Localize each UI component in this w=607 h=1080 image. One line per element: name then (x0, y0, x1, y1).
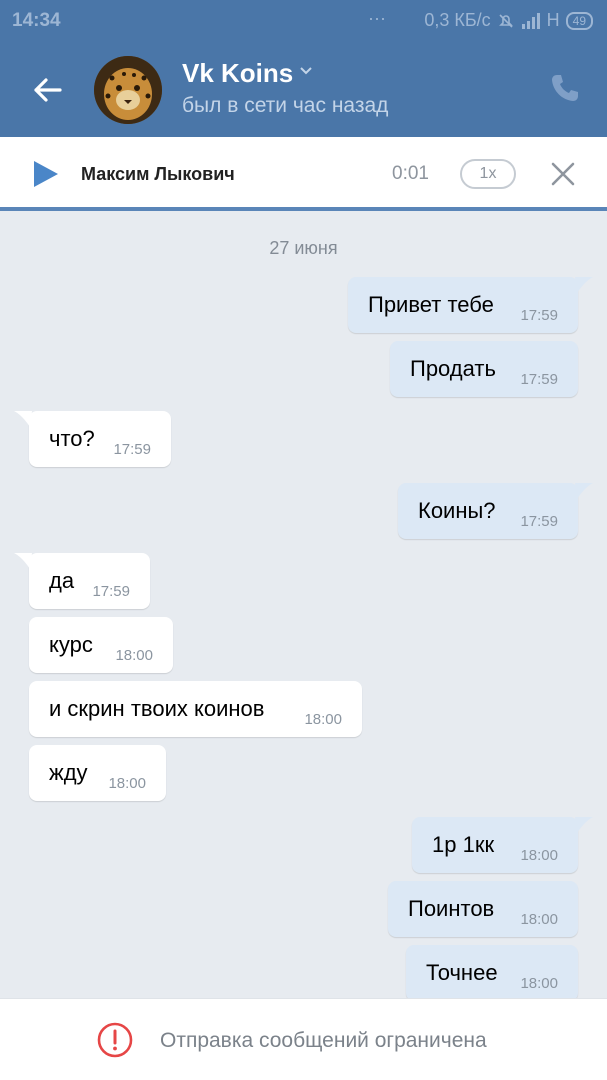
last-seen-status: был в сети час назад (182, 94, 389, 117)
chat-title[interactable]: Vk Koins (182, 58, 313, 89)
message-time: 18:00 (304, 711, 342, 728)
message-text: Точнее (426, 960, 498, 985)
status-time: 14:34 (12, 10, 61, 31)
message-text: 1р 1кк (432, 832, 495, 857)
message-bubble-incoming[interactable]: что? 17:59 (29, 411, 171, 467)
message-bubble-outgoing[interactable]: Продать 17:59 (390, 341, 578, 397)
chat-header: Vk Koins был в сети час назад (0, 44, 607, 137)
message-time: 18:00 (520, 847, 558, 864)
message-time: 18:00 (520, 911, 558, 928)
message-time: 18:00 (520, 975, 558, 992)
back-arrow-icon[interactable] (30, 72, 66, 108)
message-text: Привет тебе (368, 292, 494, 317)
message-time: 18:00 (115, 647, 153, 664)
message-text: жду (49, 760, 88, 785)
status-indicators: 0,3 КБ/с H 49 (424, 10, 593, 31)
message-time: 17:59 (520, 371, 558, 388)
message-text: курс (49, 632, 93, 657)
message-bubble-outgoing[interactable]: Точнее 18:00 (406, 945, 578, 1001)
restriction-text: Отправка сообщений ограничена (160, 1029, 487, 1052)
message-restriction-bar: Отправка сообщений ограничена (0, 998, 607, 1080)
message-time: 17:59 (520, 513, 558, 530)
leopard-avatar-icon (94, 56, 162, 124)
battery-level: 49 (572, 13, 586, 28)
status-more-icon: ··· (368, 8, 386, 28)
message-bubble-incoming[interactable]: жду 18:00 (29, 745, 166, 801)
chat-title-text: Vk Koins (182, 58, 294, 88)
chevron-down-icon (300, 67, 312, 75)
bubble-tail (575, 277, 593, 293)
track-time: 0:01 (392, 163, 429, 184)
message-time: 17:59 (92, 583, 130, 600)
message-text: и скрин твоих коинов (49, 696, 265, 721)
message-time: 17:59 (113, 441, 151, 458)
status-bar: 14:34 ··· 0,3 КБ/с H 49 (0, 0, 607, 44)
message-text: Поинтов (408, 896, 495, 921)
warning-icon (97, 1022, 133, 1058)
network-type: H (546, 10, 560, 30)
phone-icon[interactable] (549, 72, 581, 104)
avatar[interactable] (94, 56, 162, 124)
track-title[interactable]: Максим Лыкович (81, 164, 235, 185)
bubble-tail (575, 817, 593, 833)
network-speed: 0,3 КБ/с (424, 10, 491, 30)
bubble-tail (14, 553, 32, 569)
message-text: что? (49, 426, 95, 451)
date-separator: 27 июня (269, 238, 338, 258)
close-icon[interactable] (550, 161, 576, 187)
message-time: 17:59 (520, 307, 558, 324)
bubble-tail (14, 411, 32, 427)
play-icon[interactable] (32, 159, 60, 189)
message-bubble-outgoing[interactable]: 1р 1кк 18:00 (412, 817, 578, 873)
message-text: да (49, 568, 75, 593)
message-time: 18:00 (108, 775, 146, 792)
message-text: Коины? (418, 498, 496, 523)
message-bubble-incoming[interactable]: курс 18:00 (29, 617, 173, 673)
alarm-off-icon (498, 13, 513, 28)
message-bubble-outgoing[interactable]: Поинтов 18:00 (388, 881, 578, 937)
signal-icon (521, 12, 540, 29)
message-bubble-outgoing[interactable]: Коины? 17:59 (398, 483, 578, 539)
speed-button[interactable]: 1x (460, 159, 516, 189)
message-text: Продать (410, 356, 496, 381)
audio-player-bar: Максим Лыкович 0:01 1x (0, 137, 607, 211)
message-bubble-outgoing[interactable]: Привет тебе 17:59 (348, 277, 578, 333)
battery-icon: 49 (565, 11, 593, 30)
message-bubble-incoming[interactable]: и скрин твоих коинов 18:00 (29, 681, 362, 737)
bubble-tail (575, 483, 593, 499)
message-bubble-incoming[interactable]: да 17:59 (29, 553, 150, 609)
